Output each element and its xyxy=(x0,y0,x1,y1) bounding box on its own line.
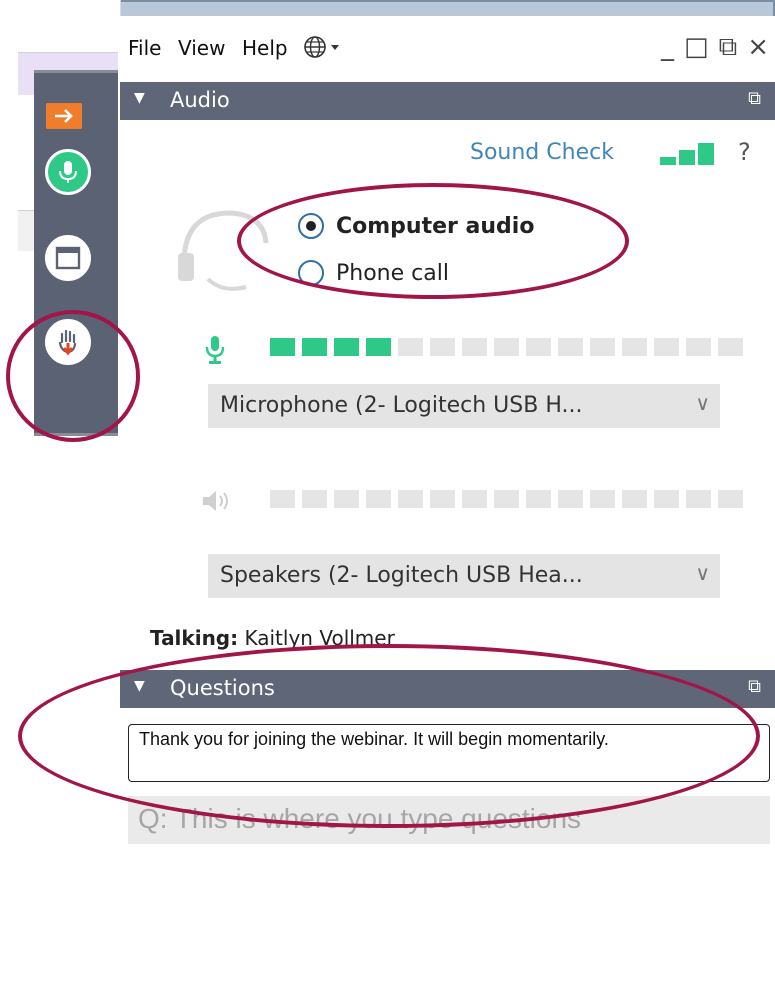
speaker-level-meter xyxy=(270,490,743,508)
radio-selected[interactable] xyxy=(298,213,324,239)
speakers-select-value: Speakers (2- Logitech USB Hea... xyxy=(220,563,583,588)
chevron-down-icon: ∨ xyxy=(695,391,710,415)
window-controls: _ □ ⧉ × xyxy=(661,32,769,63)
arrow-right-icon xyxy=(55,109,73,123)
menu-help[interactable]: Help xyxy=(242,36,288,60)
speakers-select[interactable]: Speakers (2- Logitech USB Hea... ∨ xyxy=(208,554,720,598)
raise-hand-button[interactable] xyxy=(45,319,91,365)
collapse-triangle-icon: ▼ xyxy=(134,678,145,694)
popout-icon[interactable]: ⧉ xyxy=(748,88,761,109)
computer-audio-option[interactable]: Computer audio xyxy=(298,213,534,239)
computer-audio-label: Computer audio xyxy=(336,213,535,239)
microphone-select[interactable]: Microphone (2- Logitech USB H... ∨ xyxy=(208,384,720,428)
raise-hand-icon xyxy=(58,329,77,356)
audio-section-header[interactable]: ▼ Audio ⧉ xyxy=(120,82,775,120)
audio-help-button[interactable]: ? xyxy=(738,138,751,166)
signal-strength-icon xyxy=(660,143,714,165)
microphone-icon xyxy=(59,161,77,183)
audio-header-label: Audio xyxy=(170,88,230,112)
maximize-button[interactable]: □ xyxy=(684,32,709,63)
microphone-button[interactable] xyxy=(45,149,91,195)
menu-bar: File View Help _ □ ⧉ × xyxy=(120,16,775,82)
speaker-icon xyxy=(203,491,228,511)
microphone-select-value: Microphone (2- Logitech USB H... xyxy=(220,393,583,418)
language-menu[interactable] xyxy=(302,34,342,65)
minimize-button[interactable]: _ xyxy=(661,32,674,63)
questions-message-log: Thank you for joining the webinar. It wi… xyxy=(128,724,770,782)
microphone-icon xyxy=(205,336,225,364)
menu-view[interactable]: View xyxy=(178,36,225,60)
screen-button[interactable] xyxy=(45,235,91,281)
chevron-down-icon: ∨ xyxy=(695,561,710,585)
collapse-panel-button[interactable] xyxy=(46,103,82,129)
window-icon xyxy=(55,246,81,270)
talking-label: Talking: xyxy=(150,626,239,650)
microphone-level-meter xyxy=(270,338,743,356)
popout-button[interactable]: ⧉ xyxy=(719,32,738,63)
talking-name: Kaitlyn Vollmer xyxy=(244,626,395,650)
globe-icon xyxy=(304,36,339,58)
close-button[interactable]: × xyxy=(747,32,769,63)
popout-icon[interactable]: ⧉ xyxy=(748,676,761,697)
questions-header-label: Questions xyxy=(170,676,275,700)
phone-call-label: Phone call xyxy=(336,260,449,286)
headset-icon xyxy=(178,210,269,291)
menu-file[interactable]: File xyxy=(128,36,161,60)
talking-indicator: Talking: Kaitlyn Vollmer xyxy=(150,626,395,650)
question-input[interactable]: Q: This is where you type questions xyxy=(128,796,770,844)
gotowebinar-control-panel: File View Help _ □ ⧉ × ▼ Audio ⧉ Sound C… xyxy=(120,16,775,986)
control-toolbar xyxy=(34,70,118,436)
radio-unselected[interactable] xyxy=(298,260,324,286)
collapse-triangle-icon: ▼ xyxy=(134,90,145,106)
questions-section-header[interactable]: ▼ Questions ⧉ xyxy=(120,670,775,708)
sound-check-link[interactable]: Sound Check xyxy=(470,140,614,165)
phone-call-option[interactable]: Phone call xyxy=(298,260,449,286)
